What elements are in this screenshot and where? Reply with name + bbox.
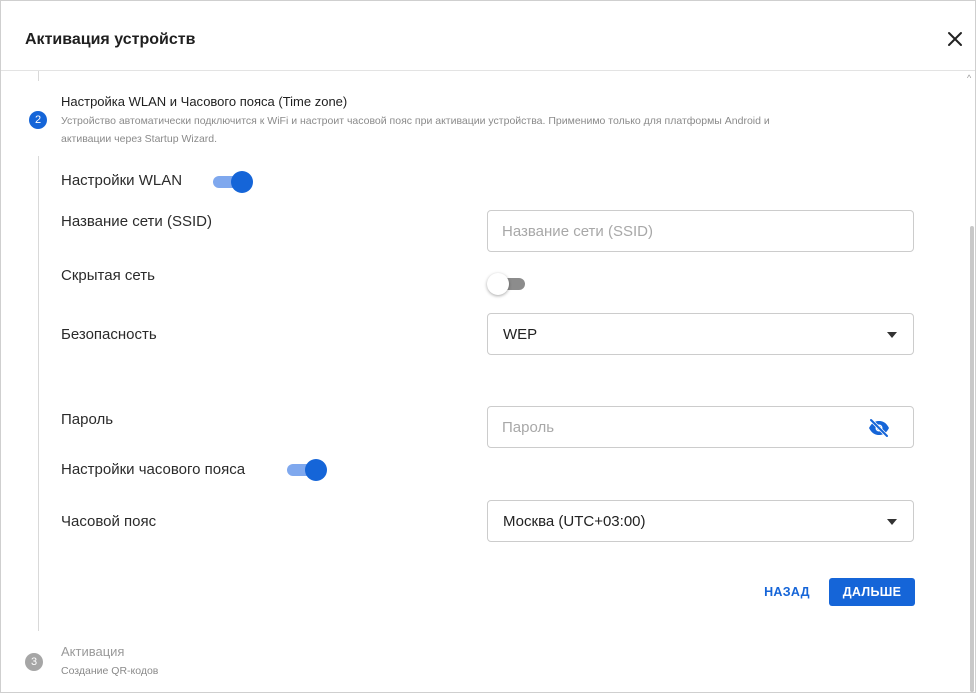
step-description: Устройство автоматически подключится к W… <box>61 115 770 127</box>
toggle-knob <box>231 171 253 193</box>
stepper-line <box>38 156 39 631</box>
timezone-label: Часовой пояс <box>61 513 157 530</box>
chevron-down-icon <box>887 519 897 525</box>
chevron-up-icon[interactable]: ^ <box>967 73 971 83</box>
stepper-line <box>38 71 39 81</box>
scrollbar[interactable] <box>970 226 974 692</box>
back-button[interactable]: НАЗАД <box>755 578 819 606</box>
toggle-knob <box>487 273 509 295</box>
password-field <box>487 406 914 448</box>
timezone-settings-label: Настройки часового пояса <box>61 461 246 478</box>
activation-dialog: Активация устройств ^ 2 Настройка WLAN и… <box>0 0 976 693</box>
step-title: Настройка WLAN и Часового пояса (Time zo… <box>61 94 348 109</box>
security-label: Безопасность <box>61 326 157 343</box>
eye-off-icon[interactable] <box>867 418 891 438</box>
dialog-header: Активация устройств <box>1 1 975 71</box>
hidden-network-label: Скрытая сеть <box>61 267 155 284</box>
chevron-down-icon <box>887 332 897 338</box>
hidden-network-toggle[interactable] <box>487 273 527 295</box>
dialog-title: Активация устройств <box>25 31 196 48</box>
step-description: Создание QR-кодов <box>61 665 159 677</box>
wlan-settings-label: Настройки WLAN <box>61 172 183 189</box>
step-description: активации через Startup Wizard. <box>61 133 218 145</box>
security-selected-value: WEP <box>503 326 538 343</box>
timezone-selected-value: Москва (UTC+03:00) <box>503 513 646 530</box>
ssid-input[interactable] <box>502 211 897 251</box>
wlan-toggle[interactable] <box>213 171 253 193</box>
close-icon[interactable] <box>941 25 969 53</box>
password-label: Пароль <box>61 411 114 428</box>
ssid-field <box>487 210 914 252</box>
ssid-label: Название сети (SSID) <box>61 213 212 230</box>
step-number-inactive: 3 <box>25 653 43 671</box>
password-input[interactable] <box>502 407 842 447</box>
toggle-knob <box>305 459 327 481</box>
timezone-select[interactable]: Москва (UTC+03:00) <box>487 500 914 542</box>
step-number-active: 2 <box>29 111 47 129</box>
timezone-toggle[interactable] <box>287 459 327 481</box>
security-select[interactable]: WEP <box>487 313 914 355</box>
step-title-activation: Активация <box>61 644 125 659</box>
next-button[interactable]: ДАЛЬШЕ <box>829 578 915 606</box>
